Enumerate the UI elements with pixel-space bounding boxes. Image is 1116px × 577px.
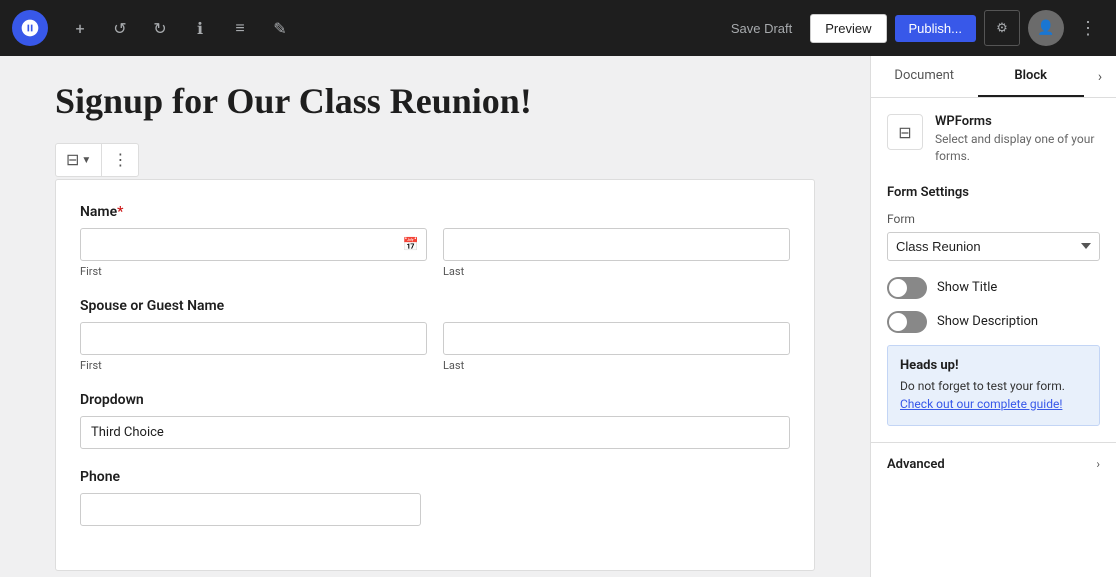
redo-button[interactable]: ↻ bbox=[144, 12, 176, 44]
form-select-dropdown[interactable]: Class Reunion bbox=[887, 232, 1100, 261]
spouse-row: First Last bbox=[80, 322, 790, 372]
show-title-row: Show Title bbox=[887, 277, 1100, 299]
publish-button[interactable]: Publish... bbox=[895, 15, 976, 42]
form-icon: ⊟ bbox=[66, 150, 79, 170]
add-block-button[interactable]: + bbox=[64, 12, 96, 44]
heads-up-box: Heads up! Do not forget to test your for… bbox=[887, 345, 1100, 426]
block-info-section: ⊟ WPForms Select and display one of your… bbox=[871, 98, 1116, 442]
topbar: + ↺ ↻ ℹ ≡ ✎ Save Draft Preview Publish..… bbox=[0, 0, 1116, 56]
show-description-toggle[interactable] bbox=[887, 311, 927, 333]
heads-up-title: Heads up! bbox=[900, 358, 1087, 373]
last-name-col: Last bbox=[443, 228, 790, 278]
block-name-label: WPForms bbox=[935, 114, 1100, 129]
preview-button[interactable]: Preview bbox=[810, 14, 886, 43]
block-toolbar: ⊟ ▼ ⋮ bbox=[55, 143, 139, 177]
dropdown-arrow-icon: ▼ bbox=[81, 155, 91, 166]
show-title-label: Show Title bbox=[937, 280, 997, 295]
list-view-button[interactable]: ≡ bbox=[224, 12, 256, 44]
phone-field-group: Phone bbox=[80, 469, 790, 526]
dropdown-select-display[interactable]: Third Choice bbox=[80, 416, 790, 449]
spouse-last-col: Last bbox=[443, 322, 790, 372]
block-info-text: WPForms Select and display one of your f… bbox=[935, 114, 1100, 165]
undo-button[interactable]: ↺ bbox=[104, 12, 136, 44]
block-info: ⊟ WPForms Select and display one of your… bbox=[887, 114, 1100, 165]
show-description-row: Show Description bbox=[887, 311, 1100, 333]
spouse-label: Spouse or Guest Name bbox=[80, 298, 790, 314]
right-sidebar: Document Block › ⊟ WPForms Select and di… bbox=[870, 56, 1116, 577]
name-row: 📅 First Last bbox=[80, 228, 790, 278]
sidebar-collapse-arrow[interactable]: › bbox=[1084, 56, 1116, 97]
settings-gear-button[interactable]: ⚙ bbox=[984, 10, 1020, 46]
dropdown-label: Dropdown bbox=[80, 392, 790, 408]
spouse-first-input[interactable] bbox=[80, 322, 427, 355]
edit-button[interactable]: ✎ bbox=[264, 12, 296, 44]
spouse-first-sublabel: First bbox=[80, 359, 427, 372]
first-name-input-wrapper: 📅 bbox=[80, 228, 427, 261]
first-sublabel: First bbox=[80, 265, 427, 278]
name-label: Name* bbox=[80, 204, 790, 220]
phone-label: Phone bbox=[80, 469, 790, 485]
save-draft-button[interactable]: Save Draft bbox=[721, 15, 802, 42]
spouse-field-group: Spouse or Guest Name First Last bbox=[80, 298, 790, 372]
show-description-label: Show Description bbox=[937, 314, 1038, 329]
complete-guide-link[interactable]: Check out our complete guide! bbox=[900, 397, 1062, 411]
spouse-first-col: First bbox=[80, 322, 427, 372]
main-layout: Signup for Our Class Reunion! ⊟ ▼ ⋮ Name… bbox=[0, 56, 1116, 577]
wpforms-block-icon: ⊟ bbox=[887, 114, 923, 150]
sidebar-tabs: Document Block › bbox=[871, 56, 1116, 98]
name-field-group: Name* 📅 First Last bbox=[80, 204, 790, 278]
info-button[interactable]: ℹ bbox=[184, 12, 216, 44]
tab-document[interactable]: Document bbox=[871, 56, 978, 97]
last-name-input[interactable] bbox=[443, 228, 790, 261]
required-indicator: * bbox=[117, 204, 123, 220]
spouse-last-sublabel: Last bbox=[443, 359, 790, 372]
advanced-section[interactable]: Advanced › bbox=[871, 442, 1116, 486]
first-name-col: 📅 First bbox=[80, 228, 427, 278]
heads-up-text: Do not forget to test your form. Check o… bbox=[900, 377, 1087, 413]
kebab-menu-icon: ⋮ bbox=[112, 150, 128, 170]
form-block: Name* 📅 First Last bbox=[55, 179, 815, 571]
wp-logo-icon[interactable] bbox=[12, 10, 48, 46]
editor-wrapper: Signup for Our Class Reunion! ⊟ ▼ ⋮ Name… bbox=[55, 80, 815, 571]
calendar-icon: 📅 bbox=[403, 237, 419, 252]
dropdown-field-group: Dropdown Third Choice bbox=[80, 392, 790, 449]
form-block-type-button[interactable]: ⊟ ▼ bbox=[56, 144, 102, 176]
tab-block[interactable]: Block bbox=[978, 56, 1085, 97]
first-name-input[interactable] bbox=[80, 228, 427, 261]
block-more-options-button[interactable]: ⋮ bbox=[102, 144, 138, 176]
spouse-last-input[interactable] bbox=[443, 322, 790, 355]
advanced-label: Advanced bbox=[887, 457, 945, 472]
overflow-menu-icon[interactable]: ⋮ bbox=[1072, 12, 1104, 44]
phone-input[interactable] bbox=[80, 493, 421, 526]
last-sublabel: Last bbox=[443, 265, 790, 278]
page-title: Signup for Our Class Reunion! bbox=[55, 80, 815, 123]
user-avatar[interactable]: 👤 bbox=[1028, 10, 1064, 46]
form-settings-title: Form Settings bbox=[887, 185, 1100, 200]
block-description: Select and display one of your forms. bbox=[935, 131, 1100, 165]
form-field-label: Form bbox=[887, 212, 1100, 226]
advanced-chevron-icon: › bbox=[1096, 457, 1100, 471]
content-area: Signup for Our Class Reunion! ⊟ ▼ ⋮ Name… bbox=[0, 56, 870, 577]
show-title-toggle[interactable] bbox=[887, 277, 927, 299]
